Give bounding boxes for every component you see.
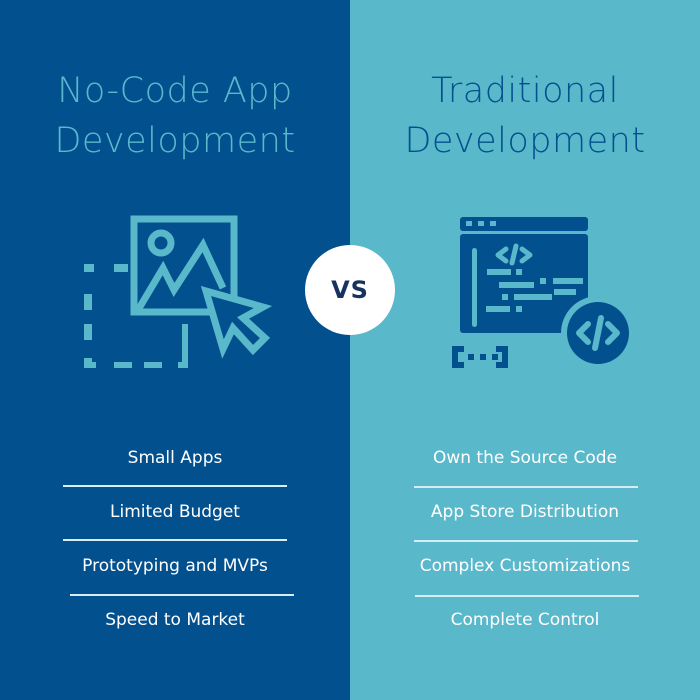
divider xyxy=(70,594,294,596)
traditional-title: Traditional Development xyxy=(350,66,700,166)
traditional-panel: Traditional Development Own the Source C… xyxy=(350,0,700,700)
no-code-title-line-1: No-Code App xyxy=(57,71,293,111)
divider xyxy=(63,539,287,541)
no-code-title: No-Code App Development xyxy=(0,66,350,166)
divider xyxy=(414,540,638,542)
traditional-list: Own the Source Code App Store Distributi… xyxy=(350,434,700,650)
traditional-title-line-2: Development xyxy=(404,121,646,161)
traditional-title-line-1: Traditional xyxy=(431,71,619,111)
list-item: Limited Budget xyxy=(110,502,240,522)
divider xyxy=(414,486,638,488)
code-window-icon xyxy=(452,217,635,370)
divider xyxy=(63,485,287,487)
list-item: Complex Customizations xyxy=(419,556,631,576)
no-code-title-line-2: Development xyxy=(54,121,296,161)
list-item: Speed to Market xyxy=(105,610,245,630)
image-select-cursor-icon xyxy=(84,215,273,368)
list-item: App Store Distribution xyxy=(430,502,620,522)
list-item: Own the Source Code xyxy=(432,448,618,468)
divider xyxy=(415,595,639,597)
list-item: Complete Control xyxy=(450,610,600,630)
no-code-list: Small Apps Limited Budget Prototyping an… xyxy=(0,434,350,650)
vs-badge: VS xyxy=(305,245,395,335)
list-item: Small Apps xyxy=(127,448,223,468)
no-code-panel: No-Code App Development Small Apps Limit… xyxy=(0,0,350,700)
list-item: Prototyping and MVPs xyxy=(82,556,268,576)
